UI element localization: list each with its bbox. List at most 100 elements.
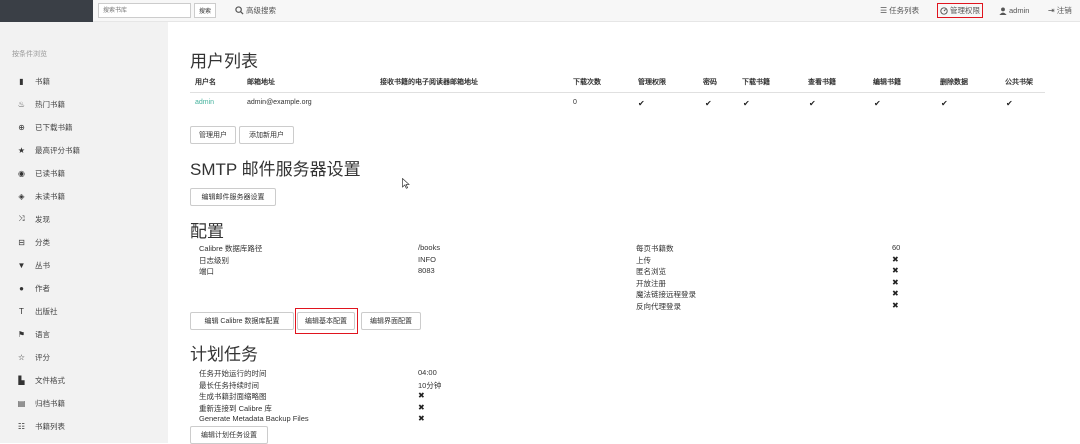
search-button[interactable]: 搜索	[194, 3, 216, 18]
dashboard-icon	[940, 6, 948, 15]
config-setting-value: INFO	[418, 254, 436, 264]
sidebar-item[interactable]: ⤨ 发现	[17, 213, 50, 225]
sidebar-item[interactable]: ◉ 已读书籍	[17, 167, 65, 179]
sidebar-item[interactable]: ▼ 丛书	[17, 259, 50, 271]
sidebar-item[interactable]: ★ 最高评分书籍	[17, 144, 80, 156]
user-label: admin	[1009, 6, 1030, 15]
table-header: 编辑书籍	[873, 79, 901, 86]
user-icon: ●	[19, 283, 24, 293]
config-setting-label: 开放注册	[636, 278, 666, 288]
schedule-setting-value: ✖	[418, 391, 425, 400]
schedule-setting-label: 重新连接到 Calibre 库	[199, 403, 272, 413]
config-setting-value: 8083	[418, 266, 435, 275]
edit-schedule-button[interactable]: 编辑计划任务设置	[190, 426, 268, 444]
config-setting-label: 魔法链接远程登录	[636, 290, 696, 299]
tasks-link[interactable]: ☰ 任务列表	[880, 3, 919, 18]
schedule-setting-value: ✖	[418, 402, 425, 412]
logout-link[interactable]: ⇥ 注销	[1048, 3, 1072, 18]
config-setting-value: ✖	[892, 254, 899, 264]
advanced-search-label: 高级搜索	[246, 6, 276, 15]
permission-check: ✔	[941, 99, 948, 108]
config-setting-value: ✖	[892, 277, 899, 287]
user-link[interactable]: admin	[999, 3, 1029, 18]
table-header: 删除数据	[940, 79, 968, 86]
sidebar-item[interactable]: ⚑ 语言	[17, 328, 50, 340]
config-setting-label: 反向代理登录	[636, 301, 681, 311]
user-link-admin[interactable]: admin	[195, 99, 214, 106]
sidebar-item[interactable]: ▮ 书籍	[17, 75, 50, 87]
users-title: 用户列表	[190, 52, 258, 71]
schedule-setting-label: 生成书籍封面缩略图	[199, 392, 267, 401]
eye-slash-icon: ◈	[18, 191, 25, 201]
table-header: 查看书籍	[808, 79, 836, 86]
sidebar-item[interactable]: ♨ 热门书籍	[17, 98, 65, 110]
list-icon: ☷	[17, 421, 26, 431]
sidebar-item-label: 评分	[35, 352, 50, 362]
sidebar-item-label: 热门书籍	[35, 99, 65, 109]
config-setting-value: /books	[418, 243, 441, 252]
config-setting-label: 端口	[199, 267, 214, 276]
star-empty-icon: ☆	[17, 352, 26, 362]
highlight-box	[295, 308, 358, 334]
table-header: 下载书籍	[742, 79, 770, 86]
table-header: 密码	[703, 79, 717, 86]
sidebar-item-label: 丛书	[35, 260, 50, 270]
table-header: 邮箱地址	[247, 79, 275, 86]
edit-db-config-button[interactable]: 编辑 Calibre 数据库配置	[190, 312, 294, 330]
sidebar-item[interactable]: ⊕ 已下载书籍	[17, 121, 73, 133]
sidebar-item-label: 作者	[35, 283, 50, 293]
sidebar-item[interactable]: T 出版社	[17, 305, 57, 317]
user-icon	[999, 6, 1007, 15]
sidebar-item[interactable]: ☷ 书籍列表	[17, 420, 65, 432]
config-setting-label: 每页书籍数	[636, 244, 674, 253]
schedule-setting-value: 04:00	[418, 368, 437, 377]
manage-users-button[interactable]: 管理用户	[190, 126, 236, 144]
sidebar-item-label: 语言	[35, 329, 50, 339]
sidebar-title: 按条件浏览	[12, 51, 47, 58]
admin-panel-label: 管理权限	[950, 6, 980, 15]
table-header: 下载次数	[573, 79, 601, 86]
sidebar-item[interactable]: ☆ 评分	[17, 351, 50, 363]
sidebar-item-label: 分类	[35, 237, 50, 247]
logout-icon: ⇥	[1048, 6, 1055, 15]
sidebar-item[interactable]: ◈ 未读书籍	[17, 190, 65, 202]
permission-check: ✔	[874, 99, 881, 108]
schedule-setting-value: ✖	[418, 414, 425, 423]
schedule-setting-value: 10分钟	[418, 380, 442, 390]
advanced-search-link[interactable]: 高级搜索	[235, 5, 276, 16]
sidebar-item-label: 未读书籍	[35, 191, 65, 201]
table-header: 管理权限	[638, 79, 666, 86]
book-icon: ▮	[19, 76, 24, 86]
add-user-button[interactable]: 添加新用户	[239, 126, 294, 144]
bookmark-icon: ▼	[17, 260, 26, 270]
config-setting-value: ✖	[892, 300, 899, 310]
permission-check: ✔	[638, 99, 645, 108]
edit-ui-config-button[interactable]: 编辑界面配置	[361, 312, 421, 330]
file-icon: ▙	[18, 375, 25, 385]
download-icon: ⊕	[18, 122, 25, 132]
search-input[interactable]	[98, 3, 191, 18]
config-setting-value: ✖	[892, 289, 899, 298]
user-email: admin@example.org	[247, 99, 312, 106]
table-divider	[190, 92, 1045, 93]
sidebar-item-label: 已下载书籍	[35, 122, 73, 132]
permission-check: ✔	[705, 99, 712, 108]
sidebar-item[interactable]: ⊟ 分类	[17, 236, 50, 248]
sidebar-item-label: 文件格式	[35, 375, 65, 385]
schedule-setting-label: 最长任务持续时间	[199, 380, 259, 390]
sidebar-item[interactable]: ▙ 文件格式	[17, 374, 65, 386]
table-header: 用户名	[195, 79, 216, 86]
schedule-setting-label: 任务开始运行的时间	[199, 369, 267, 378]
text-size-icon: T	[19, 306, 24, 316]
sidebar-item[interactable]: ▤ 归档书籍	[17, 397, 65, 409]
fire-icon: ♨	[17, 99, 26, 109]
sidebar-item[interactable]: ● 作者	[17, 282, 50, 294]
admin-panel-link[interactable]: 管理权限	[937, 3, 983, 18]
schedule-setting-label: Generate Metadata Backup Files	[199, 414, 309, 423]
brand-logo[interactable]	[0, 0, 93, 22]
star-icon: ★	[17, 145, 26, 155]
config-setting-label: Calibre 数据库路径	[199, 244, 263, 253]
sidebar-item-label: 书籍列表	[35, 421, 65, 431]
mouse-cursor-icon	[402, 178, 410, 189]
edit-smtp-button[interactable]: 编辑邮件服务器设置	[190, 188, 276, 206]
